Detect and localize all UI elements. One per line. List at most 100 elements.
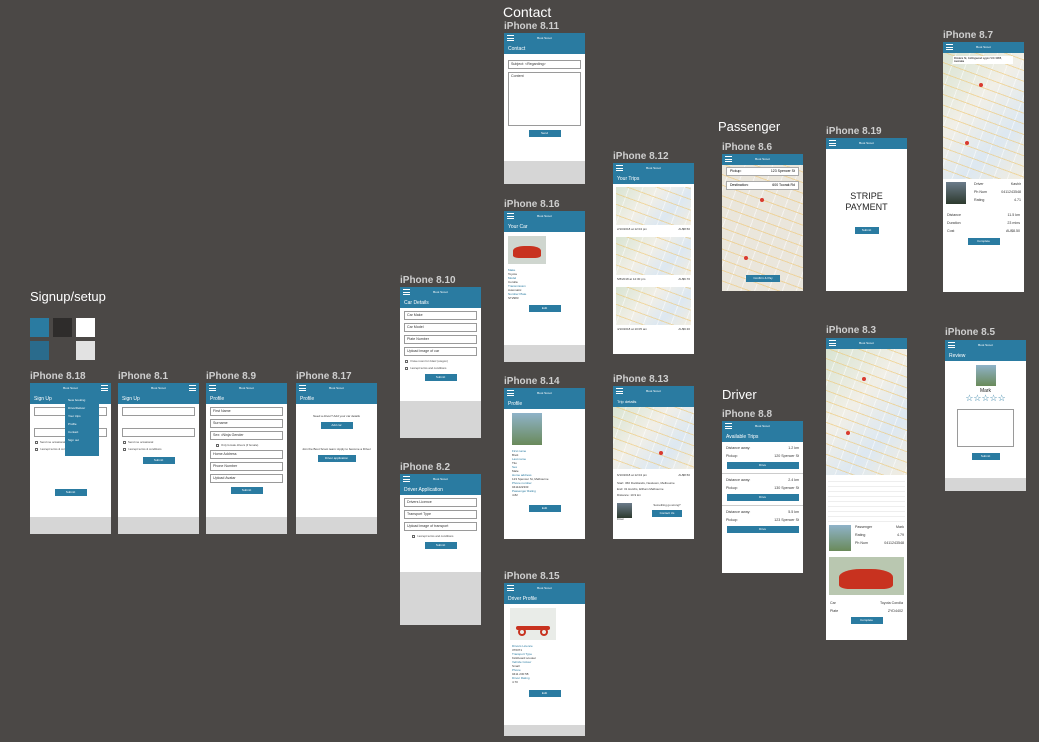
phone-8-1: Boot Scoot Sign Up Send me occasional I …: [118, 383, 199, 534]
upload-transport-field[interactable]: Upload image of transport: [404, 522, 477, 531]
submit-button[interactable]: Submit: [424, 542, 457, 549]
car-make-field[interactable]: Car Make: [404, 311, 477, 320]
trip-start: Start: 360 Docklands, Newtown, Melbourne: [617, 481, 675, 485]
menu-icon[interactable]: [507, 585, 514, 591]
passenger-avatar: [829, 525, 851, 551]
checkbox-terms[interactable]: I accept terms & conditions: [123, 447, 194, 451]
menu-icon[interactable]: [725, 156, 732, 162]
submit-button[interactable]: Submit: [424, 374, 457, 381]
trip-map[interactable]: [616, 287, 691, 325]
submit-button[interactable]: Submit: [54, 489, 87, 496]
menu-item-profile[interactable]: Profile: [68, 422, 96, 426]
checkbox-female-drivers[interactable]: Only female drivers (if female): [216, 443, 282, 447]
menu-icon[interactable]: [948, 342, 955, 348]
submit-button[interactable]: Submit: [230, 487, 263, 494]
menu-item-trips[interactable]: Your trips: [68, 414, 96, 418]
drive-button[interactable]: Drive: [726, 494, 799, 501]
app-header: Boot Scoot: [826, 338, 907, 349]
menu-icon[interactable]: [209, 385, 216, 391]
trip-route-map[interactable]: [613, 407, 694, 469]
transport-type-field[interactable]: Transport Type: [404, 510, 477, 519]
car-image: [829, 557, 904, 595]
edit-button[interactable]: Edit: [528, 305, 561, 312]
pickup-field[interactable]: Pickup: 123 Spencer St: [726, 167, 799, 176]
menu-icon[interactable]: [946, 44, 953, 50]
menu-item-drive[interactable]: Drive/Deliver: [68, 406, 96, 410]
menu-icon[interactable]: [725, 423, 732, 429]
menu-item-contact[interactable]: Contact: [68, 430, 96, 434]
menu-icon[interactable]: [403, 476, 410, 482]
home-address-field[interactable]: Home Address: [210, 450, 283, 459]
review-textarea[interactable]: [957, 409, 1014, 447]
phone-8-14: Boot Scoot Profile First name Brett Last …: [504, 388, 585, 539]
menu-icon[interactable]: [299, 385, 306, 391]
menu-icon[interactable]: [507, 35, 514, 41]
menu-icon[interactable]: [507, 390, 514, 396]
sex-field[interactable]: Sex: •Ninja Gender: [210, 431, 283, 440]
menu-icon[interactable]: [616, 388, 623, 394]
page-subtitle: Sign Up: [118, 394, 199, 404]
menu-icon[interactable]: [403, 289, 410, 295]
complete-button[interactable]: Complete: [967, 238, 1000, 245]
menu-item-sign-out[interactable]: Sign out: [68, 438, 96, 442]
driver-application-button[interactable]: Driver application: [317, 455, 356, 462]
submit-button[interactable]: Submit: [854, 227, 879, 234]
phone-label: iPhone 8.2: [400, 462, 451, 473]
phone-number-field[interactable]: Phone Number: [210, 462, 283, 471]
page-subtitle: Profile: [206, 394, 287, 404]
star-rating[interactable]: ☆☆☆☆☆: [945, 394, 1026, 403]
section-title-driver: Driver: [722, 387, 757, 402]
submit-button[interactable]: Submit: [971, 453, 1000, 460]
trip-map[interactable]: [616, 237, 691, 275]
submit-button[interactable]: Submit: [142, 457, 175, 464]
car-model-field[interactable]: Car Model: [404, 323, 477, 332]
trip-map[interactable]: [616, 187, 691, 225]
booking-map[interactable]: Boot Scoot Pickup: 123 Spencer St Destina…: [722, 154, 803, 291]
phone-label: iPhone 8.3: [826, 325, 877, 336]
edit-button[interactable]: Edit: [528, 690, 561, 697]
complete-button[interactable]: Complete: [850, 617, 883, 624]
drive-button[interactable]: Drive: [726, 462, 799, 469]
page-subtitle: Trip details: [613, 397, 694, 407]
upload-car-image-field[interactable]: Upload image of car: [404, 347, 477, 356]
menu-icon[interactable]: [829, 340, 836, 346]
drive-button[interactable]: Drive: [726, 526, 799, 533]
checkbox-terms[interactable]: I accept terms and conditions: [412, 534, 476, 538]
trip-row[interactable]: 5/8/2018 at 12:30 pm AU$6.70: [613, 277, 694, 281]
route-map[interactable]: [826, 349, 907, 475]
checkbox-terms[interactable]: I accept terms and conditions: [405, 366, 476, 370]
confirm-pay-button[interactable]: Confirm & Pay: [746, 275, 780, 282]
address-popup: Flinders St, Collingwood Lygon VIC 3065,…: [953, 56, 1013, 64]
first-name-field[interactable]: First Name: [210, 407, 283, 416]
text-field[interactable]: [122, 428, 195, 437]
upload-avatar-field[interactable]: Upload Avatar: [210, 474, 283, 483]
menu-item-new-booking[interactable]: New booking: [68, 398, 96, 402]
app-header: Boot Scoot: [504, 211, 585, 222]
menu-icon[interactable]: [616, 165, 623, 171]
phone-label: iPhone 8.15: [504, 571, 560, 582]
route-map[interactable]: Flinders St, Collingwood Lygon VIC 3065,…: [943, 53, 1024, 179]
content-field[interactable]: Content: [508, 72, 581, 126]
contact-us-button[interactable]: Contact Us: [652, 510, 682, 517]
trip-row[interactable]: 4/10/2018 at 10:05 am AU$9.30: [613, 327, 694, 331]
menu-icon[interactable]: [829, 140, 836, 146]
menu-icon[interactable]: [189, 385, 196, 391]
menu-icon[interactable]: [101, 385, 108, 391]
menu-icon[interactable]: [507, 213, 514, 219]
surname-field[interactable]: Surname: [210, 419, 283, 428]
page-subtitle: Contact: [504, 44, 585, 54]
destination-field[interactable]: Destination: 600 Toorak Rd: [726, 181, 799, 190]
app-header: Boot Scoot: [945, 340, 1026, 351]
app-header: Boot Scoot: [30, 383, 111, 394]
phone-label: iPhone 8.17: [296, 371, 352, 382]
checkbox-room[interactable]: I have room for rides! (oregon): [405, 359, 476, 363]
subject-field[interactable]: Subject: <Regarding>: [508, 60, 581, 69]
text-field[interactable]: [122, 407, 195, 416]
add-car-button[interactable]: Add car: [320, 422, 353, 429]
drivers-licence-field[interactable]: Drivers Licence: [404, 498, 477, 507]
trip-row[interactable]: 2/10/2018 at 12:04 pm AU$8.50: [613, 227, 694, 231]
checkbox-occasional[interactable]: Send me occasional: [123, 440, 194, 444]
edit-button[interactable]: Edit: [528, 505, 561, 512]
plate-number-field[interactable]: Plate Number: [404, 335, 477, 344]
send-button[interactable]: Send: [528, 130, 561, 137]
